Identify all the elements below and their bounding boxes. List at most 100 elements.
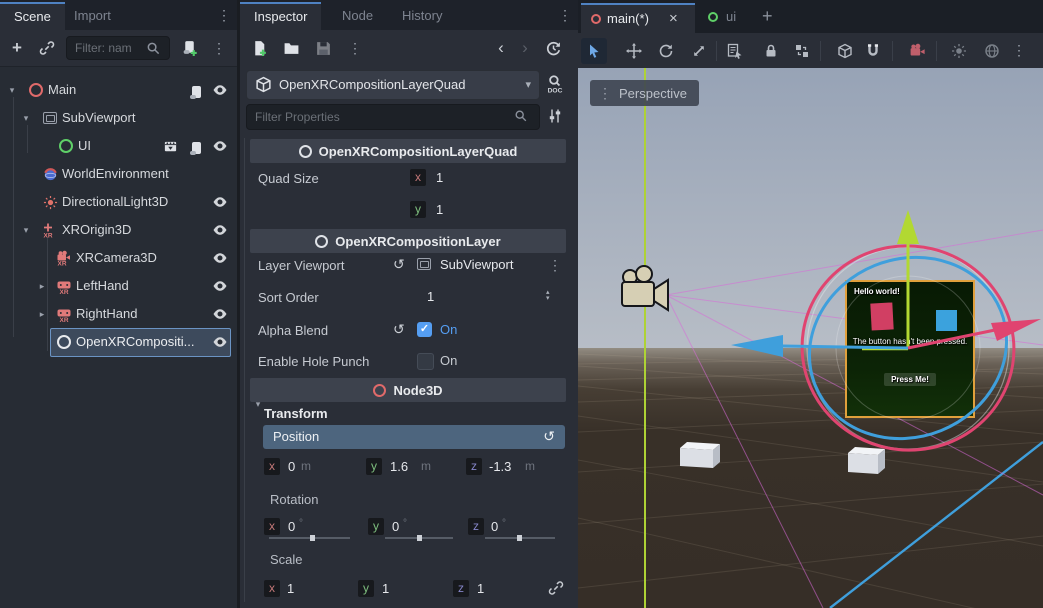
revert-icon[interactable]: ↺ — [393, 256, 405, 273]
quad-size-y-value[interactable]: 1 — [436, 201, 443, 218]
position-x-value[interactable]: 0 — [288, 458, 295, 475]
rotation-z-slider[interactable] — [485, 537, 555, 539]
scene-tab-ui[interactable]: ui — [698, 3, 754, 33]
object-history-button[interactable] — [542, 37, 564, 59]
chevron-down-icon[interactable]: ▾ — [20, 104, 32, 132]
position-y-value[interactable]: 1.6 — [390, 458, 408, 475]
load-resource-button[interactable] — [280, 37, 302, 59]
viewport-3d[interactable]: Hello world! The button hasn't been pres… — [578, 68, 1043, 608]
add-node-button[interactable]: + — [6, 37, 28, 59]
tree-row-lefthand[interactable]: ▸ XR LeftHand — [0, 272, 237, 300]
sort-order-value[interactable]: 1 — [427, 288, 434, 305]
position-z-value[interactable]: -1.3 — [489, 458, 511, 475]
visibility-eye-icon[interactable] — [212, 82, 228, 98]
chevron-down-icon[interactable]: ▾ — [20, 216, 32, 244]
alpha-blend-checkbox[interactable]: ✓ — [417, 322, 432, 337]
tree-row-subviewport[interactable]: ▾ SubViewport — [0, 104, 237, 132]
visibility-eye-icon[interactable] — [212, 138, 228, 154]
visibility-eye-icon[interactable] — [212, 194, 228, 210]
add-scene-tab-button[interactable]: + — [762, 1, 773, 31]
tab-node[interactable]: Node — [328, 2, 387, 30]
script-icon[interactable] — [188, 84, 204, 100]
tree-row-directionallight3d[interactable]: DirectionalLight3D — [0, 188, 237, 216]
scene-toolbar-menu-icon[interactable]: ⋮ — [212, 41, 226, 55]
enable-hole-punch-checkbox[interactable] — [417, 353, 434, 370]
tab-import[interactable]: Import — [60, 2, 125, 30]
rotate-tool-button[interactable] — [653, 38, 679, 64]
scene-tabs-menu-icon[interactable]: ⋮ — [217, 8, 231, 22]
tab-history[interactable]: History — [388, 2, 456, 30]
editable-children-movie-icon[interactable] — [162, 138, 178, 154]
perspective-menu[interactable]: ⋮ Perspective — [590, 80, 699, 106]
rotation-x-slider[interactable] — [269, 537, 350, 539]
preview-environ-button[interactable] — [979, 38, 1005, 64]
tree-row-worldenvironment[interactable]: WorldEnvironment — [0, 160, 237, 188]
axis-x-chip: x — [264, 458, 280, 475]
chevron-down-icon[interactable]: ▾ — [6, 76, 18, 104]
category-node3d[interactable]: Node3D — [250, 378, 566, 402]
resource-selector[interactable]: OpenXRCompositionLayerQuad ▾ — [246, 70, 540, 100]
tab-inspector[interactable]: Inspector — [240, 2, 321, 30]
y-axis-arrow[interactable] — [897, 210, 919, 348]
layer-viewport-value[interactable]: SubViewport — [440, 256, 513, 273]
x-axis-arrow[interactable] — [908, 319, 1041, 348]
tree-row-ui[interactable]: UI — [0, 132, 237, 160]
scale-y-value[interactable]: 1 — [382, 580, 389, 597]
tree-row-righthand[interactable]: ▸ XR RightHand — [0, 300, 237, 328]
history-forward-button[interactable]: › — [514, 37, 536, 59]
z-axis-arrow[interactable] — [731, 335, 908, 357]
instantiate-scene-button[interactable] — [36, 37, 58, 59]
close-icon[interactable]: × — [669, 5, 678, 33]
revert-icon[interactable]: ↺ — [393, 321, 405, 338]
list-select-tool-button[interactable] — [722, 38, 748, 64]
inspector-tabs-menu-icon[interactable]: ⋮ — [558, 8, 572, 22]
preview-sunlight-button[interactable] — [946, 38, 972, 64]
visibility-eye-icon[interactable] — [212, 250, 228, 266]
snap-button[interactable] — [860, 38, 886, 64]
resource-options-icon[interactable]: ⋮ — [548, 258, 562, 272]
new-resource-button[interactable] — [248, 37, 270, 59]
rotation-x-value[interactable]: 0 — [288, 518, 295, 535]
visibility-eye-icon[interactable] — [212, 222, 228, 238]
save-resource-button[interactable] — [312, 37, 334, 59]
history-back-button[interactable]: ‹ — [490, 37, 512, 59]
filter-properties-input[interactable] — [246, 104, 540, 130]
scene-tab-main[interactable]: main(*) × — [581, 3, 695, 33]
property-tools-button[interactable] — [544, 105, 566, 127]
revert-icon[interactable]: ↺ — [543, 428, 555, 445]
visibility-eye-icon[interactable] — [212, 334, 228, 350]
position-header[interactable]: Position ↺ — [263, 425, 565, 449]
visibility-eye-icon[interactable] — [212, 306, 228, 322]
rotation-z-value[interactable]: 0 — [491, 518, 498, 535]
tree-row-xrcamera3d[interactable]: XR XRCamera3D — [0, 244, 237, 272]
scale-tool-button[interactable] — [686, 38, 712, 64]
attach-script-button[interactable] — [178, 37, 200, 59]
position-label: Position — [273, 429, 319, 444]
link-scale-icon[interactable] — [548, 580, 564, 596]
category-openxrcompositionlayerquad[interactable]: OpenXRCompositionLayerQuad — [250, 139, 566, 163]
select-tool-button[interactable] — [581, 38, 607, 64]
quad-size-x-value[interactable]: 1 — [436, 169, 443, 186]
move-tool-button[interactable] — [621, 38, 647, 64]
tree-row-main[interactable]: ▾ Main — [0, 76, 237, 104]
lock-selected-button[interactable] — [758, 38, 784, 64]
group-selected-button[interactable] — [789, 38, 815, 64]
tab-scene[interactable]: Scene — [0, 2, 65, 30]
inspector-toolbar-menu-icon[interactable]: ⋮ — [348, 41, 362, 55]
tree-row-openxrcompositionlayerquad[interactable]: OpenXRCompositi... — [0, 328, 237, 356]
scale-x-value[interactable]: 1 — [287, 580, 294, 597]
rotation-y-slider[interactable] — [385, 537, 453, 539]
spinner-stepper-icon[interactable]: ▴▾ — [546, 290, 550, 302]
viewport-menu-icon[interactable]: ⋮ — [1012, 43, 1026, 57]
local-space-button[interactable] — [832, 38, 858, 64]
script-icon[interactable] — [188, 140, 204, 156]
scale-z-value[interactable]: 1 — [477, 580, 484, 597]
visibility-eye-icon[interactable] — [212, 278, 228, 294]
category-openxrcompositionlayer[interactable]: OpenXRCompositionLayer — [250, 229, 566, 253]
open-documentation-button[interactable]: DOC — [544, 73, 566, 95]
chevron-right-icon[interactable]: ▸ — [36, 272, 48, 300]
camera-preview-button[interactable] — [904, 38, 930, 64]
tree-row-xrorigin3d[interactable]: ▾ XR XROrigin3D — [0, 216, 237, 244]
chevron-right-icon[interactable]: ▸ — [36, 300, 48, 328]
rotation-y-value[interactable]: 0 — [392, 518, 399, 535]
